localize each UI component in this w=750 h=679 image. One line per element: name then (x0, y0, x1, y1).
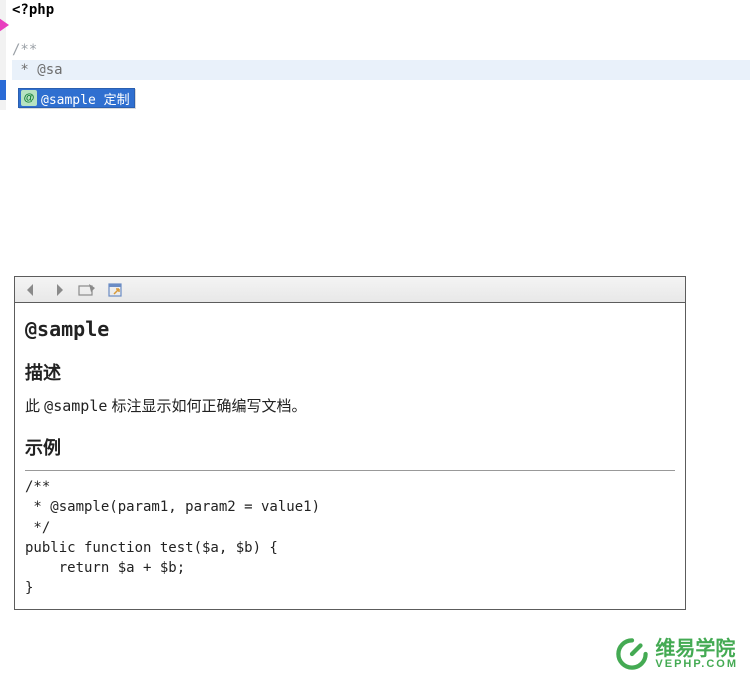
code-line[interactable] (12, 20, 750, 40)
doc-section-heading: 示例 (25, 434, 675, 460)
code-line[interactable]: * @sa (12, 60, 750, 80)
autocomplete-item-label[interactable]: @sample 定制 (41, 89, 130, 108)
doc-section-heading: 描述 (25, 359, 675, 385)
doc-title: @sample (25, 317, 675, 341)
autocomplete-popup[interactable]: @ @sample 定制 (18, 88, 135, 108)
doc-inline-code: @sample (44, 397, 107, 415)
divider (25, 470, 675, 471)
doc-description: 此 @sample 标注显示如何正确编写文档。 (25, 395, 675, 416)
back-button[interactable] (21, 280, 41, 300)
watermark-text: 维易学院 VEPHP.COM (655, 639, 738, 670)
watermark-en: VEPHP.COM (655, 659, 738, 670)
watermark-cn: 维易学院 (655, 639, 738, 659)
code-line[interactable]: <?php (12, 0, 750, 20)
edit-source-button[interactable] (77, 280, 97, 300)
forward-button[interactable] (49, 280, 69, 300)
watermark-logo: 维易学院 VEPHP.COM (615, 637, 738, 671)
code-line[interactable]: /** (12, 40, 750, 60)
current-line-marker-icon (0, 18, 9, 32)
code-lines[interactable]: <?php /** * @sa (0, 0, 750, 80)
open-external-button[interactable] (105, 280, 125, 300)
doc-text: 标注显示如何正确编写文档。 (107, 398, 306, 415)
doc-code-example: /** * @sample(param1, param2 = value1) *… (25, 477, 675, 599)
annotation-icon: @ (21, 90, 37, 106)
doc-toolbar (15, 277, 685, 303)
gutter-highlight (0, 80, 6, 100)
code-editor[interactable]: <?php /** * @sa @ @sample 定制 (0, 0, 750, 80)
doc-body: @sample 描述 此 @sample 标注显示如何正确编写文档。 示例 /*… (15, 303, 685, 609)
documentation-panel: @sample 描述 此 @sample 标注显示如何正确编写文档。 示例 /*… (14, 276, 686, 610)
doc-text: 此 (25, 398, 44, 415)
logo-icon (615, 637, 649, 671)
